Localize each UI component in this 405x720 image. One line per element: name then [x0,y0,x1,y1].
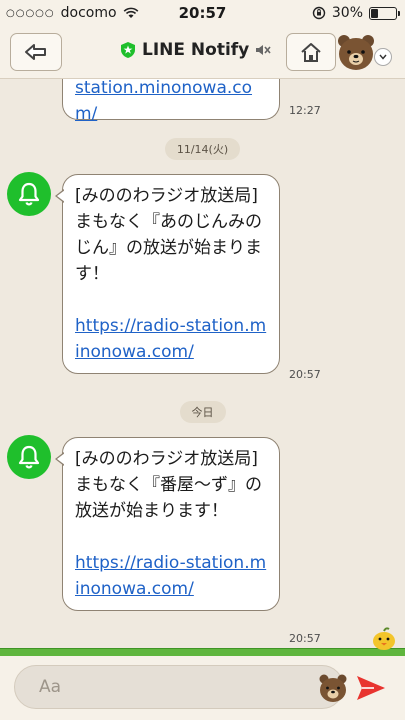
status-bar: ○○○○○ docomo 20:57 30% [0,0,405,26]
message-composer: Aa [0,656,405,720]
chat-area[interactable]: station.minonowa.co m/ 12:27 11/14(火) [み… [0,79,405,650]
message-link-1[interactable]: https://radio-station.minonowa.com/ [75,313,267,365]
sally-chick-icon [373,627,395,650]
status-right: 30% [312,5,400,21]
sticker-bear-icon[interactable] [317,672,349,704]
message-link-2[interactable]: https://radio-station.minonowa.com/ [75,550,267,602]
message-input-placeholder: Aa [39,677,62,697]
date-separator-2: 今日 [0,401,405,423]
message-text-1: [みののわラジオ放送局] まもなく『あのじんみのじん』の放送が始まります！ [75,186,264,284]
battery-icon [369,6,400,20]
verified-shield-icon [121,42,135,58]
message-time-2: 20:57 [289,632,321,645]
home-button[interactable] [286,33,336,71]
back-arrow-icon [25,44,46,60]
message-link-previous[interactable]: station.minonowa.co m/ [75,79,267,127]
chat-title-text: LINE Notify [142,40,250,60]
line-notify-avatar[interactable] [7,172,51,216]
line-notify-avatar[interactable] [7,435,51,479]
chat-title: LINE Notify [120,40,271,60]
battery-percent: 30% [331,5,363,21]
brown-bear-menu-icon[interactable] [336,32,376,72]
bell-icon [18,182,40,206]
message-input[interactable]: Aa [14,665,347,709]
message-time-1: 20:57 [289,368,321,381]
message-bubble-previous[interactable]: station.minonowa.co m/ [62,79,280,124]
date-separator-1: 11/14(火) [0,138,405,160]
menu-dropdown-chevron-icon[interactable] [374,48,392,66]
message-text-2: [みののわラジオ放送局] まもなく『番屋～ず』の放送が始まります！ [75,449,264,521]
date-label-2: 今日 [179,401,226,423]
bell-icon [18,445,40,469]
date-label-1: 11/14(火) [164,138,241,160]
chat-header: LINE Notify [0,26,405,79]
back-button[interactable] [10,33,62,71]
send-icon[interactable] [354,671,388,705]
muted-speaker-icon [256,45,271,55]
home-icon [301,43,321,62]
message-time-previous: 12:27 [289,104,321,117]
orientation-lock-icon [312,6,326,20]
message-bubble-2[interactable]: [みののわラジオ放送局] まもなく『番屋～ず』の放送が始まります！ https:… [55,437,280,611]
message-bubble-1[interactable]: [みののわラジオ放送局] まもなく『あのじんみのじん』の放送が始まります！ ht… [55,174,280,374]
